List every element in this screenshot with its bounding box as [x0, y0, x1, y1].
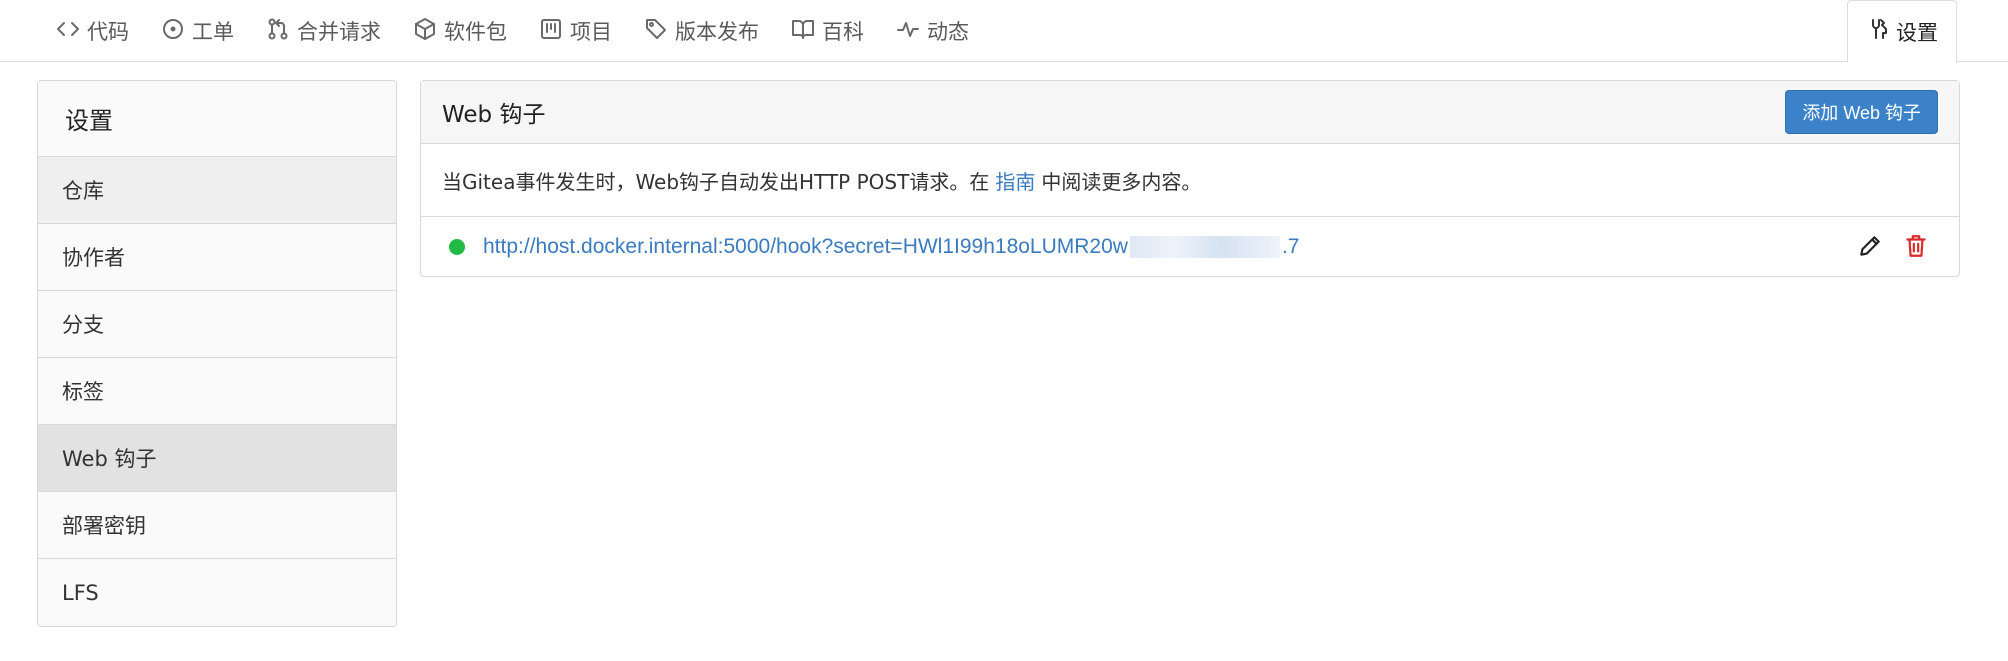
- tools-icon: [1866, 17, 1896, 46]
- tab-label: 工单: [192, 20, 234, 44]
- description-text-tail: 中阅读更多内容。: [1041, 169, 1202, 194]
- webhook-url-link[interactable]: http://host.docker.internal:5000/hook?se…: [483, 235, 1299, 259]
- book-icon: [791, 17, 822, 46]
- tab-label: 动态: [927, 20, 969, 44]
- tab-label: 代码: [87, 20, 129, 44]
- webhooks-panel: Web 钩子 添加 Web 钩子 当Gitea事件发生时，Web钩子自动发出HT…: [420, 80, 1960, 277]
- tab-packages[interactable]: 软件包: [397, 0, 523, 62]
- settings-sidebar: 设置 仓库 协作者 分支 标签 Web 钩子 部署密钥 LFS: [37, 80, 397, 627]
- package-icon: [413, 17, 444, 46]
- sidebar-header: 设置: [38, 81, 396, 157]
- tab-label: 版本发布: [675, 20, 759, 44]
- page-title: Web 钩子: [442, 102, 546, 128]
- tab-code[interactable]: 代码: [40, 0, 145, 62]
- issue-icon: [161, 17, 192, 46]
- tab-label: 软件包: [444, 20, 507, 44]
- repo-nav-bar: 代码 工单 合并请求 软件包 项目 版本发布 百科 动态 设置: [0, 0, 2008, 63]
- trash-icon[interactable]: [1883, 233, 1929, 263]
- webhooks-description: 当Gitea事件发生时，Web钩子自动发出HTTP POST请求。在 指南 中阅…: [421, 144, 1959, 217]
- webhook-actions: [1837, 233, 1929, 263]
- project-icon: [539, 17, 570, 46]
- status-active-icon: [449, 238, 465, 255]
- guide-link[interactable]: 指南: [995, 166, 1035, 195]
- sidebar-item-collaborators[interactable]: 协作者: [38, 224, 396, 291]
- sidebar-item-webhooks[interactable]: Web 钩子: [38, 425, 396, 492]
- tab-releases[interactable]: 版本发布: [628, 0, 775, 62]
- add-webhook-button[interactable]: 添加 Web 钩子: [1785, 90, 1938, 134]
- webhook-url-tail: .7: [1281, 234, 1300, 258]
- code-icon: [56, 17, 87, 46]
- tab-pull-requests[interactable]: 合并请求: [250, 0, 397, 62]
- sidebar-item-branches[interactable]: 分支: [38, 291, 396, 358]
- webhook-url: http://host.docker.internal:5000/hook?se…: [483, 234, 1128, 258]
- repo-tabs: 代码 工单 合并请求 软件包 项目 版本发布 百科 动态: [40, 0, 985, 62]
- pulse-icon: [896, 17, 927, 46]
- sidebar-item-lfs[interactable]: LFS: [38, 559, 396, 626]
- panel-header: Web 钩子 添加 Web 钩子: [421, 81, 1959, 144]
- tag-icon: [644, 17, 675, 46]
- edit-icon[interactable]: [1837, 233, 1883, 263]
- tab-wiki[interactable]: 百科: [775, 0, 880, 62]
- sidebar-item-deploy-keys[interactable]: 部署密钥: [38, 492, 396, 559]
- sidebar-item-tags[interactable]: 标签: [38, 358, 396, 425]
- webhook-row: http://host.docker.internal:5000/hook?se…: [421, 217, 1959, 276]
- description-text: 当Gitea事件发生时，Web钩子自动发出HTTP POST请求。在: [442, 169, 990, 194]
- tab-activity[interactable]: 动态: [880, 0, 985, 62]
- pull-request-icon: [266, 17, 297, 46]
- tab-issues[interactable]: 工单: [145, 0, 250, 62]
- sidebar-item-repository[interactable]: 仓库: [38, 157, 396, 224]
- tab-label: 设置: [1896, 20, 1938, 45]
- tab-label: 百科: [822, 20, 864, 44]
- tab-settings[interactable]: 设置: [1847, 0, 1957, 63]
- tab-label: 合并请求: [297, 20, 381, 44]
- redacted-blur: [1129, 235, 1280, 258]
- tab-projects[interactable]: 项目: [523, 0, 628, 62]
- tab-label: 项目: [570, 20, 612, 44]
